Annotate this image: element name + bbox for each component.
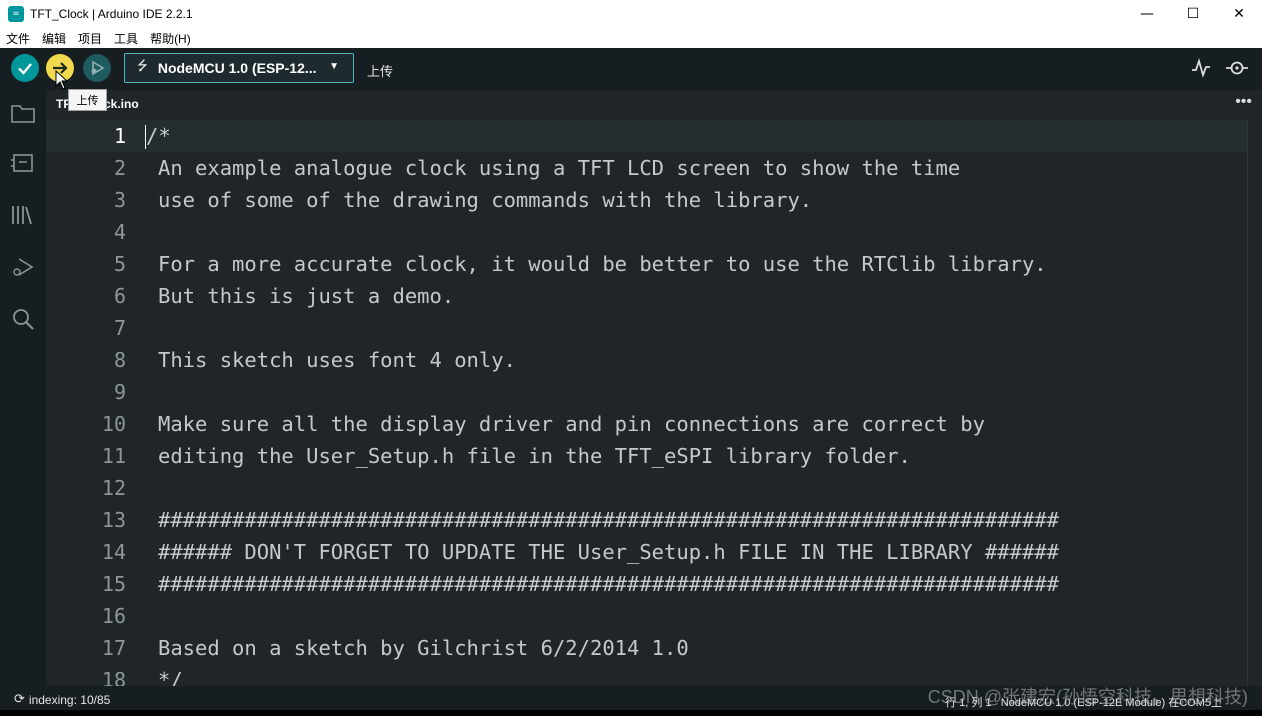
code-line: 5 For a more accurate clock, it would be …	[46, 248, 1262, 280]
close-button[interactable]: ✕	[1216, 0, 1262, 28]
code-text: editing the User_Setup.h file in the TFT…	[158, 444, 911, 468]
verify-button[interactable]	[11, 54, 39, 82]
indexing-text: indexing: 10/85	[28, 692, 111, 707]
board-name: NodeMCU 1.0 (ESP-12...	[157, 60, 317, 76]
code-line: 9	[46, 376, 1262, 408]
menu-file[interactable]: 文件	[6, 30, 30, 47]
code-text: For a more accurate clock, it would be b…	[158, 252, 1047, 276]
line-number: 7	[113, 316, 126, 340]
debug-button[interactable]	[83, 54, 111, 82]
sidebar	[0, 90, 46, 686]
line-number: 14	[101, 540, 126, 564]
window-title: TFT_Clock | Arduino IDE 2.2.1	[30, 7, 193, 21]
code-line: 12	[46, 472, 1262, 504]
code-line: 13 ######################################…	[46, 504, 1262, 536]
tab-bar: TFT_Clock.ino •••	[46, 90, 1262, 120]
more-options-icon[interactable]: •••	[1235, 93, 1252, 111]
usb-icon: ⭍	[137, 58, 148, 73]
line-number: 6	[113, 284, 126, 308]
code-line: 6 But this is just a demo.	[46, 280, 1262, 312]
code-text: ###### DON'T FORGET TO UPDATE THE User_S…	[158, 540, 1059, 564]
line-number: 4	[113, 220, 126, 244]
code-line: 4	[46, 216, 1262, 248]
library-manager-icon[interactable]	[10, 202, 36, 228]
board-selector[interactable]: ⭍ NodeMCU 1.0 (ESP-12... ▼	[124, 53, 354, 83]
line-number: 1	[113, 124, 126, 148]
sync-icon: ⟳	[14, 692, 25, 707]
arduino-logo-icon: ∞	[8, 6, 24, 22]
mouse-cursor-icon	[55, 70, 68, 90]
line-number: 18	[101, 668, 126, 686]
code-text: Based on a sketch by Gilchrist 6/2/2014 …	[158, 636, 689, 660]
search-icon[interactable]	[10, 306, 36, 332]
debug-sidebar-icon[interactable]	[10, 254, 36, 280]
code-text: */	[158, 668, 183, 686]
menu-help[interactable]: 帮助(H)	[150, 30, 191, 47]
chevron-down-icon: ▼	[329, 61, 339, 72]
code-line: 3 use of some of the drawing commands wit…	[46, 184, 1262, 216]
line-number: 9	[113, 380, 126, 404]
code-line: 2 An example analogue clock using a TFT L…	[46, 152, 1262, 184]
indexing-status: ⟳ indexing: 10/85	[14, 692, 110, 707]
boards-manager-icon[interactable]	[10, 150, 36, 176]
code-line: 16	[46, 600, 1262, 632]
minimize-button[interactable]: —	[1124, 0, 1170, 28]
menu-tools[interactable]: 工具	[114, 30, 138, 47]
code-line: 17 Based on a sketch by Gilchrist 6/2/201…	[46, 632, 1262, 664]
code-text: This sketch uses font 4 only.	[158, 348, 516, 372]
editor-scrollbar[interactable]	[1247, 118, 1262, 686]
line-number: 13	[101, 508, 126, 532]
title-bar: ∞ TFT_Clock | Arduino IDE 2.2.1	[0, 0, 1262, 28]
code-line: 1 /*	[46, 120, 1262, 152]
menu-edit[interactable]: 编辑	[42, 30, 66, 47]
sketchbook-folder-icon[interactable]	[10, 100, 36, 126]
serial-plotter-icon[interactable]	[1191, 58, 1211, 78]
line-number: 11	[101, 444, 126, 468]
upload-label: 上传	[367, 64, 394, 79]
checkmark-icon	[18, 63, 32, 75]
line-number: 12	[101, 476, 126, 500]
code-text: ########################################…	[158, 572, 1059, 596]
code-text: But this is just a demo.	[158, 284, 455, 308]
debug-play-icon	[91, 60, 105, 76]
taskbar-edge	[0, 710, 1262, 716]
code-line: 7	[46, 312, 1262, 344]
upload-tooltip: 上传	[68, 89, 107, 111]
code-text: ########################################…	[158, 508, 1059, 532]
line-number: 17	[101, 636, 126, 660]
code-line: 14 ###### DON'T FORGET TO UPDATE THE User…	[46, 536, 1262, 568]
line-number: 15	[101, 572, 126, 596]
code-editor[interactable]: 1 /* 2 An example analogue clock using a …	[46, 118, 1262, 686]
line-number: 10	[101, 412, 126, 436]
toolbar: ⭍ NodeMCU 1.0 (ESP-12... ▼ 上传	[0, 48, 1262, 90]
line-number: 3	[113, 188, 126, 212]
code-text: Make sure all the display driver and pin…	[158, 412, 985, 436]
line-number: 8	[113, 348, 126, 372]
code-text: An example analogue clock using a TFT LC…	[158, 156, 961, 180]
menu-bar: 文件 编辑 项目 工具 帮助(H)	[0, 28, 1262, 48]
csdn-watermark: CSDN @张建宏(孙悟空科技，思想科技)	[927, 687, 1248, 707]
maximize-button[interactable]: ☐	[1170, 0, 1216, 28]
line-number: 5	[113, 252, 126, 276]
code-line: 11 editing the User_Setup.h file in the T…	[46, 440, 1262, 472]
line-number: 2	[113, 156, 126, 180]
line-number: 16	[101, 604, 126, 628]
menu-sketch[interactable]: 项目	[78, 30, 102, 47]
code-text: use of some of the drawing commands with…	[158, 188, 813, 212]
code-line: 10 Make sure all the display driver and p…	[46, 408, 1262, 440]
code-line: 15 ######################################…	[46, 568, 1262, 600]
code-line: 8 This sketch uses font 4 only.	[46, 344, 1262, 376]
code-text: /*	[146, 124, 171, 148]
serial-monitor-icon[interactable]	[1226, 58, 1248, 78]
